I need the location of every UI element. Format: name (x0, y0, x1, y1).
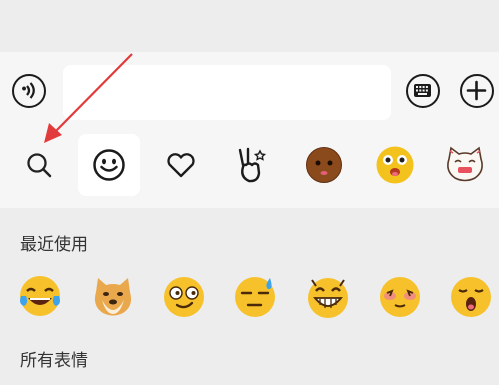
tab-emoji[interactable] (78, 134, 140, 196)
chat-input-bar (0, 52, 499, 128)
keyboard-icon (414, 84, 431, 97)
tab-search[interactable] (8, 134, 70, 196)
message-input[interactable] (63, 65, 391, 120)
emoji-category-tabs (0, 128, 499, 208)
tab-brown-face[interactable] (293, 134, 355, 196)
yawn-emoji[interactable] (448, 274, 494, 320)
emoji-panel: 最近使用 所有表情 (0, 208, 499, 385)
heart-icon (167, 153, 195, 178)
cat-sticker-icon (447, 146, 483, 182)
gold-face-emoji (376, 146, 414, 184)
tears-of-joy-emoji[interactable] (17, 274, 63, 320)
tab-cat-sticker[interactable] (434, 134, 496, 196)
tab-stickers[interactable] (220, 134, 282, 196)
smiley-face-icon (93, 149, 125, 181)
brown-face-emoji (306, 147, 342, 183)
tab-favorites[interactable] (150, 134, 212, 196)
voice-input-button[interactable] (12, 74, 46, 108)
all-emojis-section-title: 所有表情 (20, 351, 88, 371)
grin-emoji[interactable] (305, 274, 351, 320)
plus-icon (466, 80, 487, 101)
blushing-emoji[interactable] (377, 274, 423, 320)
victory-hand-icon (238, 147, 267, 183)
cold-sweat-emoji[interactable] (232, 274, 278, 320)
search-icon (27, 153, 52, 178)
doge-emoji[interactable] (90, 274, 136, 320)
top-spacer (0, 0, 499, 52)
keyboard-button[interactable] (406, 74, 440, 108)
smirk-emoji[interactable] (161, 274, 207, 320)
more-actions-button[interactable] (460, 74, 494, 108)
voice-input-icon (22, 82, 35, 99)
recent-section-title: 最近使用 (20, 235, 88, 255)
recent-emoji-row (0, 268, 499, 324)
tab-gold-face[interactable] (364, 134, 426, 196)
